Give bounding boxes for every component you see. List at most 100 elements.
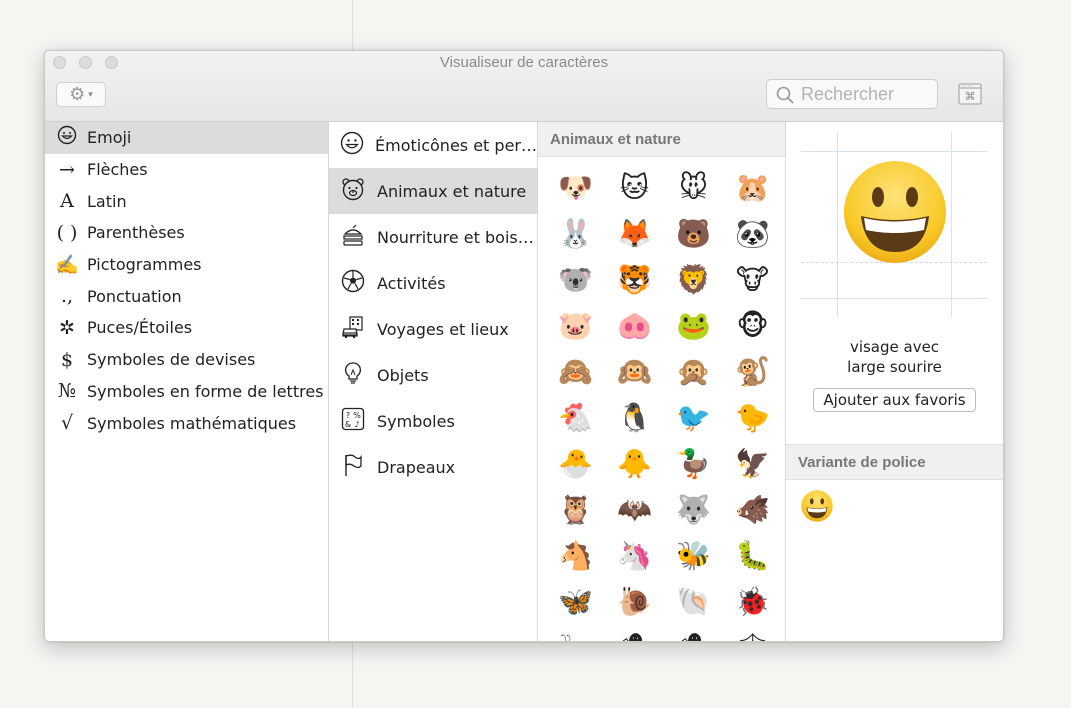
emoji-cell[interactable]: 🐶 <box>546 165 605 211</box>
emoji-cell[interactable]: 🐝 <box>664 533 723 579</box>
category-label: Symboles en forme de lettres <box>87 381 324 401</box>
svg-text:%: % <box>353 411 361 420</box>
emoji-cell[interactable]: 🐞 <box>723 579 782 625</box>
category-latin[interactable]: A Latin <box>45 185 328 217</box>
emoji-cell[interactable]: 🐜 <box>546 625 605 642</box>
category-label: Emoji <box>87 128 132 148</box>
emoji-cell[interactable]: 🐗 <box>723 487 782 533</box>
emoji-cell[interactable]: 🐭 <box>664 165 723 211</box>
emoji-cell[interactable]: 🦅 <box>723 441 782 487</box>
category-currency[interactable]: $ Symboles de devises <box>45 344 328 376</box>
emoji-cell[interactable]: 🦆 <box>664 441 723 487</box>
dollar-icon: $ <box>60 348 74 371</box>
bear-icon <box>340 177 366 205</box>
emoji-cell[interactable]: 🐔 <box>546 395 605 441</box>
subcategory-symbols[interactable]: ?% & ♪ Symboles <box>329 398 537 444</box>
subcategory-label: Activités <box>377 273 446 293</box>
emoji-cell[interactable]: 🐽 <box>605 303 664 349</box>
category-label: Ponctuation <box>87 286 182 306</box>
category-label: Parenthèses <box>87 223 185 243</box>
emoji-cell[interactable]: 🐰 <box>546 211 605 257</box>
category-label: Latin <box>87 191 127 211</box>
category-arrows[interactable]: → Flèches <box>45 154 328 186</box>
asterisk-icon: ✲ <box>59 316 75 339</box>
subcategory-animals[interactable]: Animaux et nature <box>329 168 537 214</box>
keyboard-viewer-icon[interactable]: ⌘ <box>958 83 982 105</box>
character-grid-panel: Animaux et nature 🐶 🐱 🐭 🐹 🐰 🦊 🐻 🐼 🐨 🐯 🦁 🐮 🐷 🐽 🐸 🐵 🙈 🙉 🙊 🐒 🐔 🐧… <box>538 122 786 641</box>
search-field[interactable] <box>766 79 938 109</box>
category-label: Puces/Étoiles <box>87 318 193 338</box>
subcategory-flags[interactable]: Drapeaux <box>329 444 537 490</box>
emoji-cell[interactable]: 🕷 <box>664 625 723 642</box>
category-pictographs[interactable]: ✍ Pictogrammes <box>45 249 328 281</box>
font-variant-grinning-face[interactable] <box>801 490 833 522</box>
subcategory-objects[interactable]: Objets <box>329 352 537 398</box>
emoji-cell[interactable]: 🐚 <box>664 579 723 625</box>
grid-header: Animaux et nature <box>538 122 785 157</box>
emoji-cell[interactable]: 🐮 <box>723 257 782 303</box>
emoji-cell[interactable]: 🐷 <box>546 303 605 349</box>
latin-a-icon: A <box>60 190 74 213</box>
emoji-cell[interactable]: 🐯 <box>605 257 664 303</box>
category-punctuation[interactable]: ., Ponctuation <box>45 280 328 312</box>
svg-text:?: ? <box>346 411 350 420</box>
category-parentheses[interactable]: ( ) Parenthèses <box>45 217 328 249</box>
subcategory-food[interactable]: Nourriture et bois… <box>329 214 537 260</box>
category-letterlike[interactable]: № Symboles en forme de lettres <box>45 376 328 408</box>
add-to-favorites-button[interactable]: Ajouter aux favoris <box>813 388 976 412</box>
emoji-cell[interactable]: 🐹 <box>723 165 782 211</box>
emoji-cell[interactable]: 🐸 <box>664 303 723 349</box>
category-label: Symboles mathématiques <box>87 413 297 433</box>
emoji-cell[interactable]: 🐨 <box>546 257 605 303</box>
car-building-icon <box>340 315 366 343</box>
emoji-cell[interactable]: 🐱 <box>605 165 664 211</box>
subcategory-smileys[interactable]: Émoticônes et per… <box>329 122 537 168</box>
emoji-cell[interactable]: 🐥 <box>605 441 664 487</box>
smiley-icon <box>340 131 364 159</box>
emoji-cell[interactable]: 🕷 <box>605 625 664 642</box>
emoji-cell[interactable]: 🐵 <box>723 303 782 349</box>
emoji-cell[interactable]: 🐼 <box>723 211 782 257</box>
emoji-cell[interactable]: 🐺 <box>664 487 723 533</box>
emoji-cell[interactable]: 🦁 <box>664 257 723 303</box>
emoji-cell[interactable]: 🐣 <box>546 441 605 487</box>
square-root-icon: √ <box>60 412 74 435</box>
emoji-cell[interactable]: 🐻 <box>664 211 723 257</box>
emoji-cell[interactable]: 🐴 <box>546 533 605 579</box>
subcategory-label: Objets <box>377 365 429 385</box>
emoji-cell[interactable]: 🦊 <box>605 211 664 257</box>
category-bullets-stars[interactable]: ✲ Puces/Étoiles <box>45 312 328 344</box>
punctuation-icon: ., <box>60 285 74 308</box>
emoji-cell[interactable]: 🙊 <box>664 349 723 395</box>
subcategory-label: Drapeaux <box>377 457 456 477</box>
chevron-down-icon: ▾ <box>88 89 93 100</box>
title-bar: Visualiseur de caractères ⚙ ▾ ⌘ <box>45 51 1003 122</box>
emoji-cell[interactable]: 🐒 <box>723 349 782 395</box>
subcategory-activities[interactable]: Activités <box>329 260 537 306</box>
emoji-cell[interactable]: 🦇 <box>605 487 664 533</box>
emoji-cell[interactable]: 🙈 <box>546 349 605 395</box>
emoji-cell[interactable]: 🐦 <box>664 395 723 441</box>
emoji-cell[interactable]: 🙉 <box>605 349 664 395</box>
subcategory-label: Symboles <box>377 411 455 431</box>
category-emoji[interactable]: Emoji <box>45 122 328 154</box>
grinning-face-glyph <box>844 161 946 263</box>
emoji-cell[interactable]: 🐛 <box>723 533 782 579</box>
emoji-cell[interactable]: 🐌 <box>605 579 664 625</box>
subcategory-list: Émoticônes et per… Animaux et nature Nou… <box>329 122 538 641</box>
character-grid: 🐶 🐱 🐭 🐹 🐰 🦊 🐻 🐼 🐨 🐯 🦁 🐮 🐷 🐽 🐸 🐵 🙈 🙉 🙊 🐒 🐔 🐧 🐦 🐤 🐣 🐥 🦆 🦅 🦉 🦇 🐺 🐗 🐴 🦄 🐝 🐛 🦋 🐌 🐚 🐞… <box>538 157 785 642</box>
smiley-icon <box>54 125 80 150</box>
emoji-cell[interactable]: 🐧 <box>605 395 664 441</box>
action-menu-button[interactable]: ⚙ ▾ <box>56 82 106 107</box>
emoji-cell[interactable]: 🦄 <box>605 533 664 579</box>
emoji-cell[interactable]: 🦉 <box>546 487 605 533</box>
emoji-cell[interactable]: 🦋 <box>546 579 605 625</box>
emoji-cell[interactable]: 🕸 <box>723 625 782 642</box>
character-name-line2: large sourire <box>847 358 942 376</box>
emoji-cell[interactable]: 🐤 <box>723 395 782 441</box>
subcategory-travel[interactable]: Voyages et lieux <box>329 306 537 352</box>
gear-icon: ⚙ <box>69 83 86 105</box>
category-math[interactable]: √ Symboles mathématiques <box>45 407 328 439</box>
svg-text:♪: ♪ <box>354 420 359 429</box>
search-input[interactable] <box>801 83 931 105</box>
